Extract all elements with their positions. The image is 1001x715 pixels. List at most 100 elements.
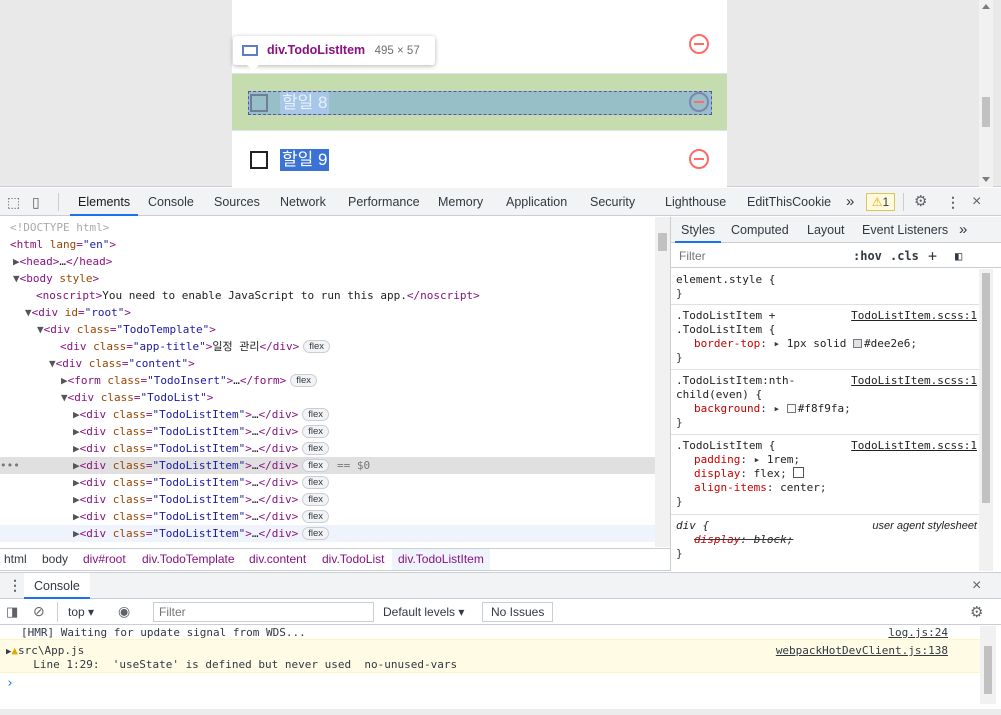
viewport-scrollbar[interactable]: [979, 0, 993, 187]
property-align-items[interactable]: align-items: center;: [676, 481, 974, 495]
tree-line-doctype[interactable]: <!DOCTYPE html>: [0, 219, 655, 236]
todo-list-item[interactable]: 할일 9: [232, 130, 727, 187]
inspect-element-icon[interactable]: ⬚: [7, 194, 20, 210]
flex-badge[interactable]: flex: [290, 374, 318, 387]
flex-badge[interactable]: flex: [302, 459, 330, 472]
issues-button[interactable]: No Issues: [482, 602, 554, 622]
checkbox-icon[interactable]: [250, 151, 268, 169]
breadcrumb-todolist[interactable]: div.TodoList: [322, 549, 384, 570]
tab-console[interactable]: Console: [148, 188, 194, 216]
remove-icon[interactable]: [689, 149, 709, 169]
property-padding[interactable]: padding: ▸ 1rem;: [676, 453, 974, 467]
flex-badge[interactable]: flex: [302, 408, 330, 421]
tree-line-todotemplate[interactable]: ▼<div class="TodoTemplate">: [0, 321, 655, 338]
clear-console-icon[interactable]: ⊘: [33, 603, 45, 620]
tree-line-todolistitem[interactable]: ▶<div class="TodoListItem">…</div> flex: [0, 491, 655, 508]
toggle-sidebar-icon[interactable]: ◧: [955, 248, 962, 264]
remove-icon[interactable]: [689, 34, 709, 54]
tree-line-head[interactable]: ▶<head>…</head>: [0, 253, 655, 270]
flex-badge[interactable]: flex: [302, 493, 330, 506]
tab-event-listeners[interactable]: Event Listeners: [862, 217, 948, 243]
tree-line-todolistitem[interactable]: ▶<div class="TodoListItem">…</div> flex: [0, 406, 655, 423]
tab-memory[interactable]: Memory: [438, 188, 483, 216]
tree-line-noscript[interactable]: <noscript>You need to enable JavaScript …: [0, 287, 655, 304]
rule-source-link[interactable]: TodoListItem.scss:1: [851, 309, 977, 323]
scrollbar-thumb[interactable]: [984, 646, 992, 694]
new-rule-button[interactable]: +: [928, 248, 937, 264]
scrollbar-thumb[interactable]: [658, 233, 667, 251]
scrollbar-thumb[interactable]: [982, 273, 990, 503]
console-scrollbar[interactable]: [980, 626, 996, 704]
tab-layout[interactable]: Layout: [807, 217, 845, 243]
tree-line-html[interactable]: <html lang="en">: [0, 236, 655, 253]
tab-sources[interactable]: Sources: [214, 188, 260, 216]
tree-line-app-title[interactable]: <div class="app-title">일정 관리</div> flex: [0, 338, 655, 355]
warning-count-badge[interactable]: ⚠1: [866, 193, 895, 211]
tree-line-root[interactable]: ▼<div id="root">: [0, 304, 655, 321]
flex-badge[interactable]: flex: [302, 425, 330, 438]
color-swatch[interactable]: [852, 339, 862, 348]
styles-filter-input[interactable]: Filter: [675, 246, 845, 266]
property-background[interactable]: background: ▸ #f8f9fa;: [676, 402, 974, 416]
remove-icon[interactable]: [689, 92, 709, 112]
device-toolbar-icon[interactable]: ▯: [32, 194, 40, 210]
tree-line-todoinsert[interactable]: ▶<form class="TodoInsert">…</form> flex: [0, 372, 655, 389]
todo-list-item-highlighted[interactable]: 할일 8: [232, 73, 727, 130]
tree-line-todolistitem-selected[interactable]: ••• ▶<div class="TodoListItem">…</div> fle…: [0, 457, 655, 474]
tree-line-content[interactable]: ▼<div class="content">: [0, 355, 655, 372]
more-options-icon[interactable]: ⋮: [946, 194, 960, 210]
property-display[interactable]: display: flex;: [676, 467, 974, 481]
scrollbar-thumb[interactable]: [982, 97, 990, 127]
more-tabs-button[interactable]: »: [846, 188, 854, 216]
close-devtools-icon[interactable]: ×: [972, 194, 981, 210]
tree-line-todolistitem[interactable]: ▶<div class="TodoListItem">…</div> flex: [0, 508, 655, 525]
tab-computed[interactable]: Computed: [731, 217, 789, 243]
tab-performance[interactable]: Performance: [348, 188, 420, 216]
tree-line-todolistitem-hovered[interactable]: ▶<div class="TodoListItem">…</div> flex: [0, 525, 655, 542]
cls-toggle[interactable]: .cls: [890, 248, 919, 264]
console-prompt[interactable]: ›: [0, 677, 980, 690]
settings-gear-icon[interactable]: ⚙: [914, 194, 927, 210]
tree-line-todolistitem[interactable]: ▶<div class="TodoListItem">…</div> flex: [0, 440, 655, 457]
flex-badge[interactable]: flex: [302, 476, 330, 489]
rule-selector[interactable]: .TodoListItem {: [676, 323, 974, 337]
tab-application[interactable]: Application: [506, 188, 567, 216]
console-settings-gear-icon[interactable]: ⚙: [970, 603, 983, 621]
message-source-link[interactable]: webpackHotDevClient.js:138: [776, 644, 948, 657]
elements-scrollbar[interactable]: [655, 217, 670, 547]
hov-toggle[interactable]: :hov: [853, 248, 882, 264]
rule-source-link[interactable]: TodoListItem.scss:1: [851, 439, 977, 453]
breadcrumb-content[interactable]: div.content: [249, 549, 306, 570]
scroll-up-arrow-icon[interactable]: [982, 4, 990, 9]
breadcrumb-body[interactable]: body: [42, 549, 68, 570]
color-swatch[interactable]: [786, 404, 796, 413]
close-drawer-icon[interactable]: ×: [972, 577, 981, 595]
context-select[interactable]: top ▾: [57, 602, 94, 622]
breadcrumb-html[interactable]: html: [4, 549, 27, 570]
styles-scrollbar[interactable]: [979, 269, 993, 571]
scroll-down-arrow-icon[interactable]: [982, 177, 990, 182]
flexbox-editor-icon[interactable]: [793, 467, 805, 478]
message-source-link[interactable]: log.js:24: [888, 626, 948, 639]
tree-line-todolist[interactable]: ▼<div class="TodoList">: [0, 389, 655, 406]
breadcrumb-root[interactable]: div#root: [83, 549, 126, 570]
live-expression-eye-icon[interactable]: ◉: [118, 603, 130, 620]
log-levels-select[interactable]: Default levels ▾: [383, 602, 464, 622]
tree-line-todolistitem[interactable]: ▶<div class="TodoListItem">…</div> flex: [0, 474, 655, 491]
breadcrumb-todolistitem[interactable]: div.TodoListItem: [392, 549, 490, 570]
tree-line-todolistitem[interactable]: ▶<div class="TodoListItem">…</div> flex: [0, 423, 655, 440]
breadcrumb-todotemplate[interactable]: div.TodoTemplate: [142, 549, 235, 570]
property-display-overridden[interactable]: display: block;: [676, 533, 974, 547]
rule-source-link[interactable]: TodoListItem.scss:1: [851, 374, 977, 388]
tree-line-body[interactable]: ▼<body style>: [0, 270, 655, 287]
tab-elements[interactable]: Elements: [70, 188, 139, 216]
tab-editthiscookie[interactable]: EditThisCookie: [747, 188, 831, 216]
checkbox-icon[interactable]: [250, 94, 268, 112]
drawer-menu-icon[interactable]: ⋮: [8, 577, 22, 594]
tab-security[interactable]: Security: [590, 188, 635, 216]
rule-selector[interactable]: element.style {: [676, 273, 974, 287]
more-actions-dots[interactable]: •••: [0, 457, 20, 474]
flex-badge[interactable]: flex: [302, 510, 330, 523]
tab-console-drawer[interactable]: Console: [24, 573, 90, 599]
console-filter-input[interactable]: Filter: [153, 602, 374, 622]
